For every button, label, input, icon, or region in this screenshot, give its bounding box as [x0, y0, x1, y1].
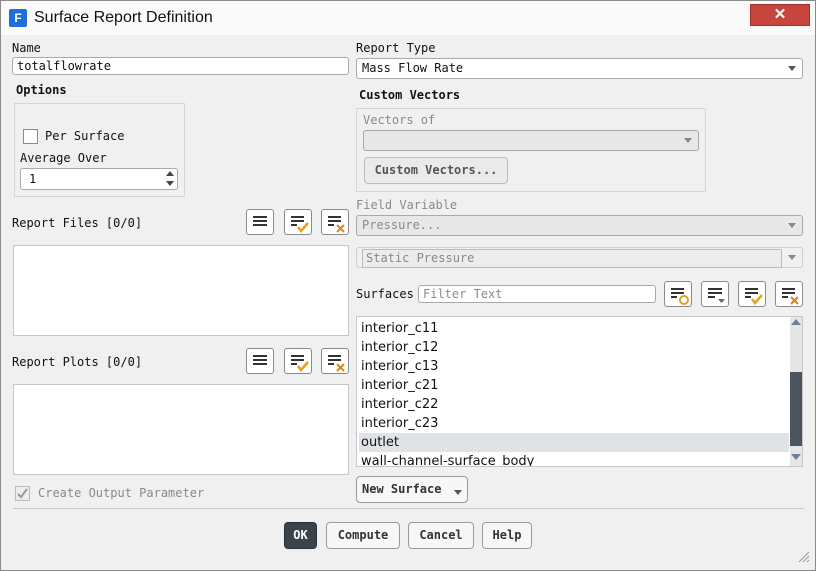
surfaces-select-all-button[interactable] [738, 281, 766, 307]
report-plots-select-all-button[interactable] [246, 348, 274, 374]
close-button[interactable]: ✕ [750, 4, 810, 26]
field-variable-value: Pressure... [362, 218, 442, 232]
chevron-down-icon [788, 66, 796, 71]
average-over-stepper[interactable]: 1 [20, 168, 178, 190]
report-files-check-button[interactable] [284, 209, 312, 235]
list-check-icon [291, 216, 309, 233]
vectors-of-label: Vectors of [363, 113, 436, 127]
surfaces-group-button[interactable] [701, 281, 729, 307]
list-filter-icon [671, 288, 689, 305]
list-clear-icon [328, 355, 345, 372]
surfaces-label: Surfaces [356, 287, 414, 301]
chevron-down-icon [454, 490, 462, 495]
report-files-label: Report Files [0/0] [12, 216, 143, 230]
help-button[interactable]: Help [482, 522, 532, 549]
report-files-clear-button[interactable] [321, 209, 349, 235]
report-files-select-all-button[interactable] [246, 209, 274, 235]
surface-item-selected[interactable]: outlet [359, 433, 789, 452]
divider [13, 508, 804, 509]
surface-item[interactable]: interior_c22 [359, 395, 789, 414]
scroll-up-icon[interactable] [791, 319, 801, 325]
average-over-label: Average Over [20, 151, 107, 165]
surfaces-filter-options-button[interactable] [664, 281, 692, 307]
custom-vectors-button[interactable]: Custom Vectors... [364, 157, 508, 184]
create-output-parameter-label: Create Output Parameter [38, 486, 205, 500]
surface-item[interactable]: interior_c23 [359, 414, 789, 433]
list-clear-icon [782, 288, 799, 305]
surfaces-scrollbar[interactable] [790, 317, 802, 466]
per-surface-label: Per Surface [45, 129, 125, 143]
vectors-of-dropdown[interactable] [363, 130, 699, 151]
window-title: Surface Report Definition [34, 9, 213, 26]
list-dropdown-icon [708, 288, 725, 303]
title-bar[interactable]: F Surface Report Definition ✕ [1, 1, 815, 35]
surface-item[interactable]: interior_c21 [359, 376, 789, 395]
scrollbar-thumb[interactable] [790, 372, 802, 446]
chevron-down-icon [684, 138, 692, 143]
surface-report-definition-dialog: F Surface Report Definition ✕ Name total… [0, 0, 816, 571]
report-type-value: Mass Flow Rate [362, 61, 464, 75]
surface-item[interactable]: wall-channel-surface_body [359, 452, 789, 466]
report-plots-label: Report Plots [0/0] [12, 355, 143, 369]
per-surface-checkbox[interactable] [23, 129, 38, 144]
name-field[interactable]: totalflowrate [12, 57, 349, 75]
surface-item[interactable]: interior_c12 [359, 338, 789, 357]
create-output-parameter-checkbox[interactable] [15, 486, 30, 501]
report-type-label: Report Type [356, 41, 436, 55]
report-plots-list[interactable] [13, 384, 349, 475]
app-icon: F [9, 9, 27, 27]
scroll-down-icon[interactable] [791, 454, 801, 460]
list-clear-icon [328, 216, 345, 233]
checkmark-icon [17, 488, 28, 499]
custom-vectors-label: Custom Vectors [359, 88, 461, 102]
options-label: Options [16, 83, 67, 97]
list-icon [253, 355, 267, 365]
report-plots-check-button[interactable] [284, 348, 312, 374]
field-variable-dropdown[interactable]: Pressure... [356, 215, 803, 236]
ok-button[interactable]: OK [284, 522, 317, 549]
list-check-icon [745, 288, 763, 305]
surfaces-clear-button[interactable] [775, 281, 803, 307]
chevron-down-icon [788, 255, 796, 260]
surface-item[interactable]: interior_c13 [359, 357, 789, 376]
surfaces-filter-input[interactable]: Filter Text [418, 285, 656, 303]
new-surface-label: New Surface [362, 482, 442, 496]
name-label: Name [12, 41, 41, 55]
field-variable-subdropdown[interactable]: Static Pressure [356, 247, 803, 268]
report-plots-clear-button[interactable] [321, 348, 349, 374]
cancel-button[interactable]: Cancel [408, 522, 474, 549]
report-files-list[interactable] [13, 245, 349, 336]
list-icon [253, 216, 267, 226]
report-type-dropdown[interactable]: Mass Flow Rate [356, 58, 803, 79]
field-variable-label: Field Variable [356, 198, 458, 212]
compute-button[interactable]: Compute [326, 522, 400, 549]
average-over-value: 1 [29, 172, 37, 186]
stepper-down-icon[interactable] [166, 181, 174, 186]
surface-item[interactable]: interior_c11 [359, 319, 789, 338]
list-check-icon [291, 355, 309, 372]
new-surface-button[interactable]: New Surface [356, 476, 468, 503]
chevron-down-icon [788, 223, 796, 228]
stepper-up-icon[interactable] [166, 171, 174, 176]
field-variable-sub-value: Static Pressure [362, 249, 782, 268]
resize-grip-icon[interactable] [796, 549, 810, 563]
